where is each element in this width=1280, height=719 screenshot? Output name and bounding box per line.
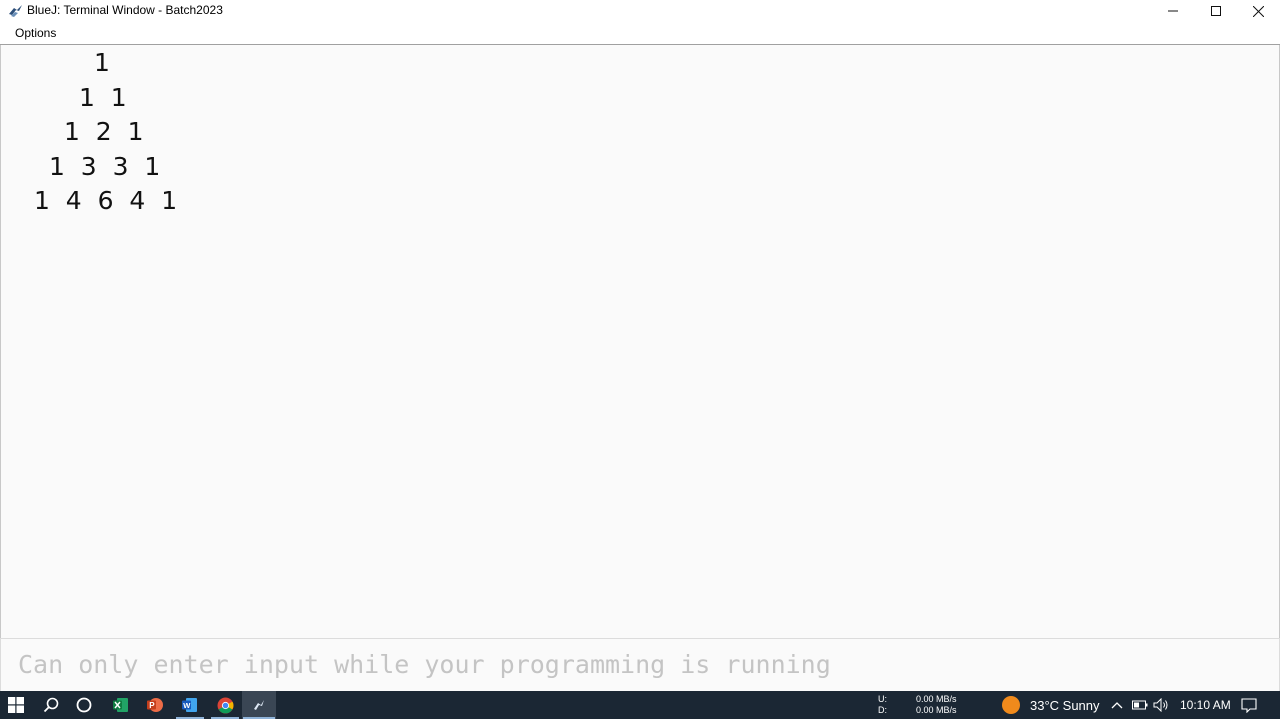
terminal-window: BlueJ: Terminal Window - Batch2023 Optio… (0, 0, 1280, 691)
close-button[interactable] (1236, 0, 1280, 22)
svg-text:W: W (183, 701, 191, 710)
title-bar[interactable]: BlueJ: Terminal Window - Batch2023 (0, 0, 1280, 22)
chevron-up-icon[interactable] (1109, 697, 1125, 713)
minimize-icon (1168, 10, 1178, 12)
output-line: 1 2 1 (64, 117, 144, 146)
battery-icon[interactable] (1132, 697, 1148, 713)
bluej-icon[interactable] (249, 695, 269, 715)
input-placeholder: Can only enter input while your programm… (18, 650, 831, 679)
download-label: D: (878, 705, 887, 715)
maximize-button[interactable] (1194, 0, 1238, 22)
taskbar: P W U: 0.00 MB/s D: 0.00 MB/s 33°C Sunny… (0, 691, 1280, 719)
clock[interactable]: 10:10 AM (1180, 698, 1231, 712)
minimize-button[interactable] (1151, 0, 1195, 22)
bluej-bird-icon (8, 3, 23, 18)
terminal-input[interactable]: Can only enter input while your programm… (0, 638, 1280, 691)
close-icon (1252, 5, 1264, 17)
weather-text[interactable]: 33°C Sunny (1030, 698, 1100, 713)
sun-icon[interactable] (1002, 696, 1020, 714)
menu-bar: Options (0, 23, 1280, 45)
search-icon[interactable] (41, 695, 61, 715)
notification-icon[interactable] (1241, 697, 1257, 713)
excel-icon[interactable] (111, 695, 131, 715)
maximize-icon (1211, 6, 1221, 16)
output-line: 1 3 3 1 (49, 152, 161, 181)
output-line: 1 (94, 48, 110, 77)
download-value: 0.00 MB/s (916, 705, 957, 715)
chrome-icon[interactable] (215, 695, 235, 715)
upload-value: 0.00 MB/s (916, 694, 957, 704)
volume-icon[interactable] (1153, 697, 1169, 713)
windows-start-icon[interactable] (6, 695, 26, 715)
output-line: 1 1 (79, 83, 127, 112)
output-line: 1 4 6 4 1 (34, 186, 178, 215)
cortana-icon[interactable] (74, 695, 94, 715)
menu-options[interactable]: Options (15, 26, 56, 40)
terminal-output[interactable]: 1 1 1 1 2 1 1 3 3 1 1 4 6 4 1 (0, 45, 1280, 638)
svg-text:P: P (149, 701, 155, 710)
window-title: BlueJ: Terminal Window - Batch2023 (27, 3, 223, 17)
word-icon[interactable]: W (180, 695, 200, 715)
upload-label: U: (878, 694, 887, 704)
powerpoint-icon[interactable]: P (145, 695, 165, 715)
